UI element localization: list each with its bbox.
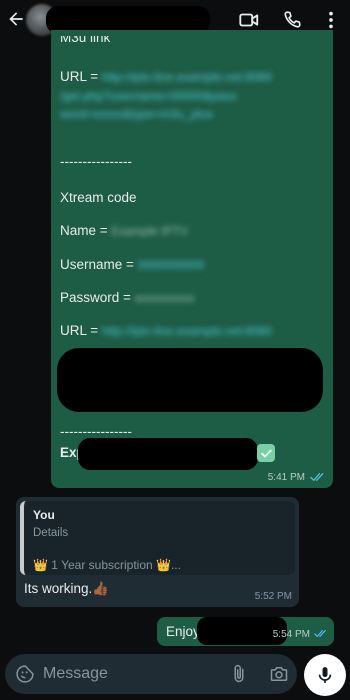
url1-link-line2[interactable]: /get.php?username=00000&pass: [60, 89, 237, 103]
outgoing-message-bubble[interactable]: M3u link URL = http://iptv-line.example.…: [51, 30, 333, 488]
double-tick-icon: [310, 473, 324, 481]
divider-1: ----------------: [60, 154, 132, 169]
url1-line: URL = http://iptv-line.example.net:8080: [60, 69, 272, 84]
vertical-dots-icon[interactable]: [320, 9, 342, 31]
name-label: Name =: [60, 223, 112, 238]
arrow-left-icon[interactable]: [6, 9, 26, 29]
url1-link-line3[interactable]: word=xxxxx&type=m3u_plus: [60, 107, 213, 121]
message-text: Its working.👍🏾: [24, 581, 110, 596]
name-value: Example IPTV: [111, 224, 189, 238]
message-time: 5:52 PM: [254, 591, 292, 602]
outgoing-message-bubble-last[interactable]: Enjoy 5:54 PM: [157, 617, 334, 646]
message-text: Enjoy: [166, 624, 200, 639]
double-tick-icon: [314, 630, 326, 637]
video-camera-icon[interactable]: [238, 9, 260, 31]
microphone-icon: [318, 667, 332, 683]
url2-label: URL =: [60, 323, 102, 338]
message-time: 5:41 PM: [267, 472, 305, 483]
username-label: Username =: [60, 257, 138, 272]
divider-2: ----------------: [60, 424, 132, 439]
sticker-emoji-icon[interactable]: [15, 664, 35, 684]
paperclip-icon[interactable]: [229, 664, 249, 684]
quote-subtitle: Details: [33, 527, 69, 539]
username-line: Username = 0000000000: [60, 257, 204, 272]
url1-label: URL =: [60, 69, 102, 84]
microphone-button[interactable]: [304, 654, 346, 696]
phone-icon[interactable]: [281, 9, 303, 31]
password-line: Password = xxxxxxxxxx: [60, 290, 195, 305]
username-value[interactable]: 0000000000: [138, 258, 205, 272]
password-label: Password =: [60, 290, 135, 305]
expiry-redaction: [78, 438, 258, 470]
incoming-message-bubble[interactable]: You Details 👑 1 Year subscription 👑... I…: [16, 497, 299, 607]
quoted-message[interactable]: You Details 👑 1 Year subscription 👑...: [20, 501, 295, 575]
xtream-title: Xtream code: [60, 190, 137, 205]
m3u-label: M3u link: [60, 30, 111, 45]
message-input[interactable]: [43, 662, 193, 686]
redaction-block: [57, 348, 323, 412]
message-time: 5:54 PM: [272, 629, 310, 640]
check-mark-icon: [257, 444, 275, 462]
url2-line: URL = http://iptv-line.example.net:8080: [60, 323, 272, 338]
name-line: Name = Example IPTV: [60, 223, 188, 238]
camera-icon[interactable]: [269, 664, 289, 684]
quote-author: You: [33, 508, 55, 522]
password-value: xxxxxxxxxx: [134, 291, 195, 305]
quote-text: 👑 1 Year subscription 👑...: [33, 558, 181, 572]
url2-link[interactable]: http://iptv-line.example.net:8080: [102, 324, 272, 338]
message-composer: [5, 654, 297, 694]
url1-link-line1[interactable]: http://iptv-line.example.net:8080: [102, 70, 272, 84]
